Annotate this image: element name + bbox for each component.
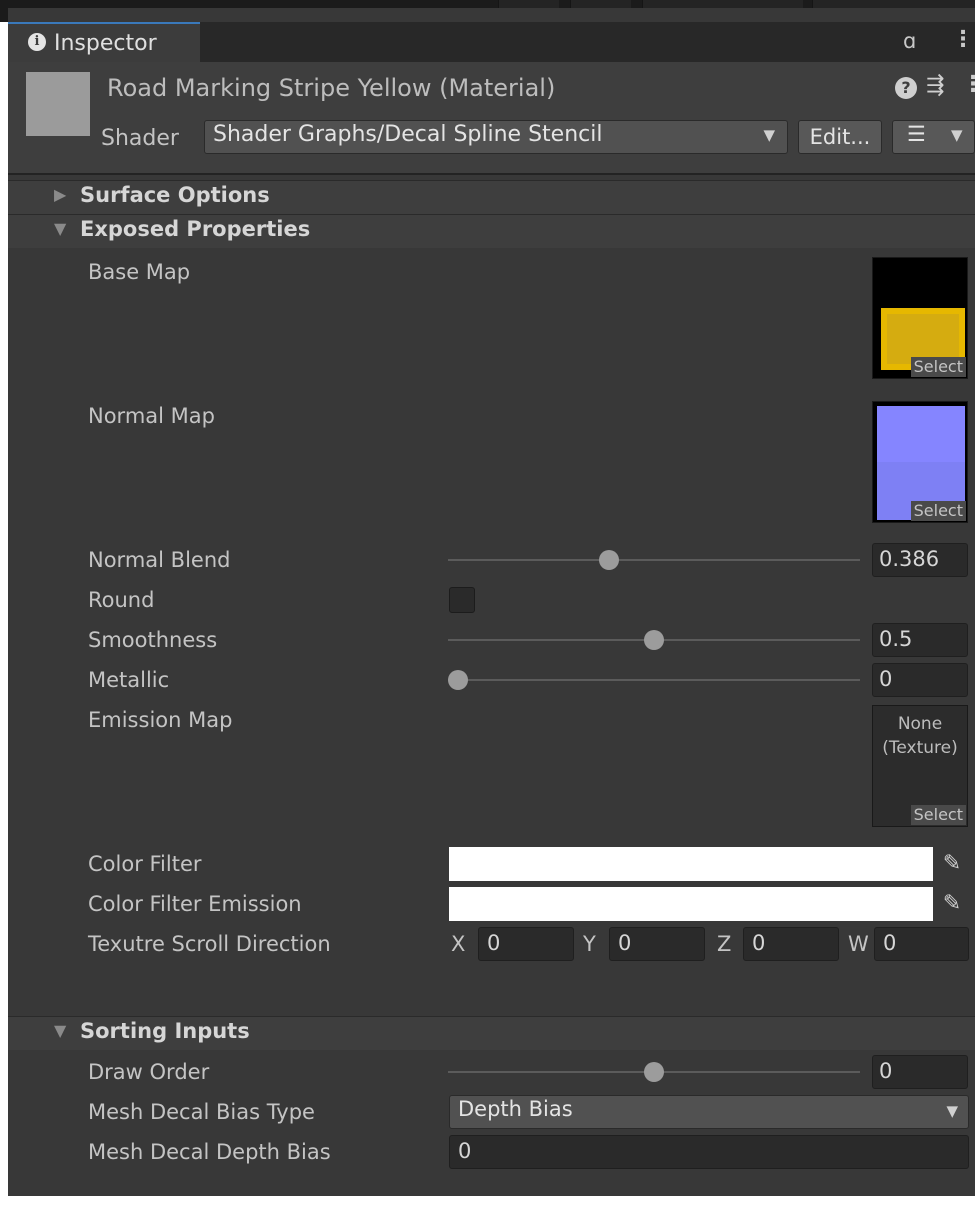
color-filter-label: Color Filter [88, 852, 202, 876]
vertical-dots-icon[interactable]: ⋮ [962, 72, 975, 97]
info-icon: i [28, 33, 46, 51]
section-sorting-inputs[interactable]: ▼ Sorting Inputs [8, 1016, 975, 1050]
w-field[interactable]: 0 [874, 927, 969, 961]
slider-knob[interactable] [448, 670, 468, 690]
draw-order-label: Draw Order [88, 1060, 210, 1084]
select-button[interactable]: Select [910, 501, 966, 521]
section-surface-options[interactable]: ▶ Surface Options [8, 180, 975, 214]
triangle-down-icon: ▼ [54, 219, 67, 238]
metallic-field[interactable]: 0 [872, 663, 968, 697]
depth-bias-field[interactable]: 0 [449, 1135, 969, 1169]
y-label: Y [583, 932, 596, 956]
none-texture-text: None (Texture) [873, 712, 967, 760]
normal-blend-label: Normal Blend [88, 548, 231, 572]
draw-order-field[interactable]: 0 [872, 1055, 968, 1089]
edit-shader-button[interactable]: Edit... [798, 120, 882, 154]
eyedropper-icon[interactable]: ✎ [935, 847, 969, 881]
dropdown-arrow-icon: ▼ [946, 1102, 958, 1120]
section-exposed-properties[interactable]: ▼ Exposed Properties [8, 214, 975, 248]
draw-order-slider[interactable] [448, 1062, 860, 1082]
base-map-label: Base Map [88, 260, 191, 284]
slider-knob[interactable] [644, 630, 664, 650]
shader-label: Shader [101, 126, 179, 151]
dropdown-arrow-icon: ▼ [763, 126, 775, 144]
sliders-icon[interactable]: ⇶ [926, 73, 944, 98]
slider-knob[interactable] [599, 550, 620, 570]
select-button[interactable]: Select [910, 357, 966, 377]
smoothness-label: Smoothness [88, 628, 218, 652]
select-button[interactable]: Select [910, 805, 966, 825]
help-icon[interactable]: ? [895, 77, 917, 99]
shader-value: Shader Graphs/Decal Spline Stencil [213, 122, 603, 147]
lock-icon[interactable]: ɑ [903, 29, 916, 53]
none-line: None [897, 714, 943, 734]
emission-map-label: Emission Map [88, 708, 233, 732]
eyedropper-icon[interactable]: ✎ [935, 887, 969, 921]
triangle-right-icon: ▶ [54, 185, 67, 204]
list-icon: ☰ [907, 122, 926, 146]
section-title: Sorting Inputs [80, 1019, 250, 1043]
bias-type-value: Depth Bias [458, 1097, 573, 1121]
smoothness-field[interactable]: 0.5 [872, 623, 968, 657]
normal-blend-slider[interactable] [448, 550, 860, 570]
scroll-direction-label: Texutre Scroll Direction [88, 932, 331, 956]
section-title: Surface Options [80, 183, 270, 207]
color-filter-emission-label: Color Filter Emission [88, 892, 302, 916]
normal-map-label: Normal Map [88, 404, 215, 428]
inspector-window: i Inspector ɑ ⋮ Road Marking Stripe Yell… [8, 8, 975, 1196]
divider [8, 173, 975, 175]
section-title: Exposed Properties [80, 217, 311, 241]
tab-label: Inspector [54, 31, 157, 56]
metallic-label: Metallic [88, 668, 170, 692]
shader-options-dropdown[interactable]: ☰ ▼ [892, 120, 975, 154]
texture-line: (Texture) [882, 738, 958, 758]
bias-type-dropdown[interactable]: Depth Bias ▼ [449, 1095, 969, 1129]
w-label: W [848, 932, 869, 956]
shader-dropdown[interactable]: Shader Graphs/Decal Spline Stencil ▼ [204, 120, 788, 154]
round-checkbox[interactable] [449, 587, 475, 613]
vertical-dots-icon[interactable]: ⋮ [952, 27, 974, 52]
normal-map-texture-slot[interactable]: Select [872, 401, 968, 523]
emission-map-texture-slot[interactable]: None (Texture) Select [872, 705, 968, 827]
material-title: Road Marking Stripe Yellow (Material) [107, 74, 556, 102]
z-label: Z [717, 932, 732, 956]
metallic-slider[interactable] [448, 670, 860, 690]
base-map-texture-slot[interactable]: Select [872, 257, 968, 379]
normal-blend-field[interactable]: 0.386 [872, 543, 968, 577]
material-preview [26, 72, 90, 136]
dropdown-arrow-icon: ▼ [951, 126, 963, 144]
y-field[interactable]: 0 [609, 927, 705, 961]
x-label: X [451, 932, 466, 956]
round-label: Round [88, 588, 155, 612]
color-filter-emission-swatch[interactable] [449, 887, 933, 921]
slider-knob[interactable] [644, 1062, 664, 1082]
tab-inspector[interactable]: i Inspector [8, 22, 200, 62]
x-field[interactable]: 0 [478, 927, 574, 961]
z-field[interactable]: 0 [743, 927, 839, 961]
triangle-down-icon: ▼ [54, 1021, 67, 1040]
smoothness-slider[interactable] [448, 630, 860, 650]
color-filter-swatch[interactable] [449, 847, 933, 881]
bias-type-label: Mesh Decal Bias Type [88, 1100, 315, 1124]
depth-bias-label: Mesh Decal Depth Bias [88, 1140, 331, 1164]
